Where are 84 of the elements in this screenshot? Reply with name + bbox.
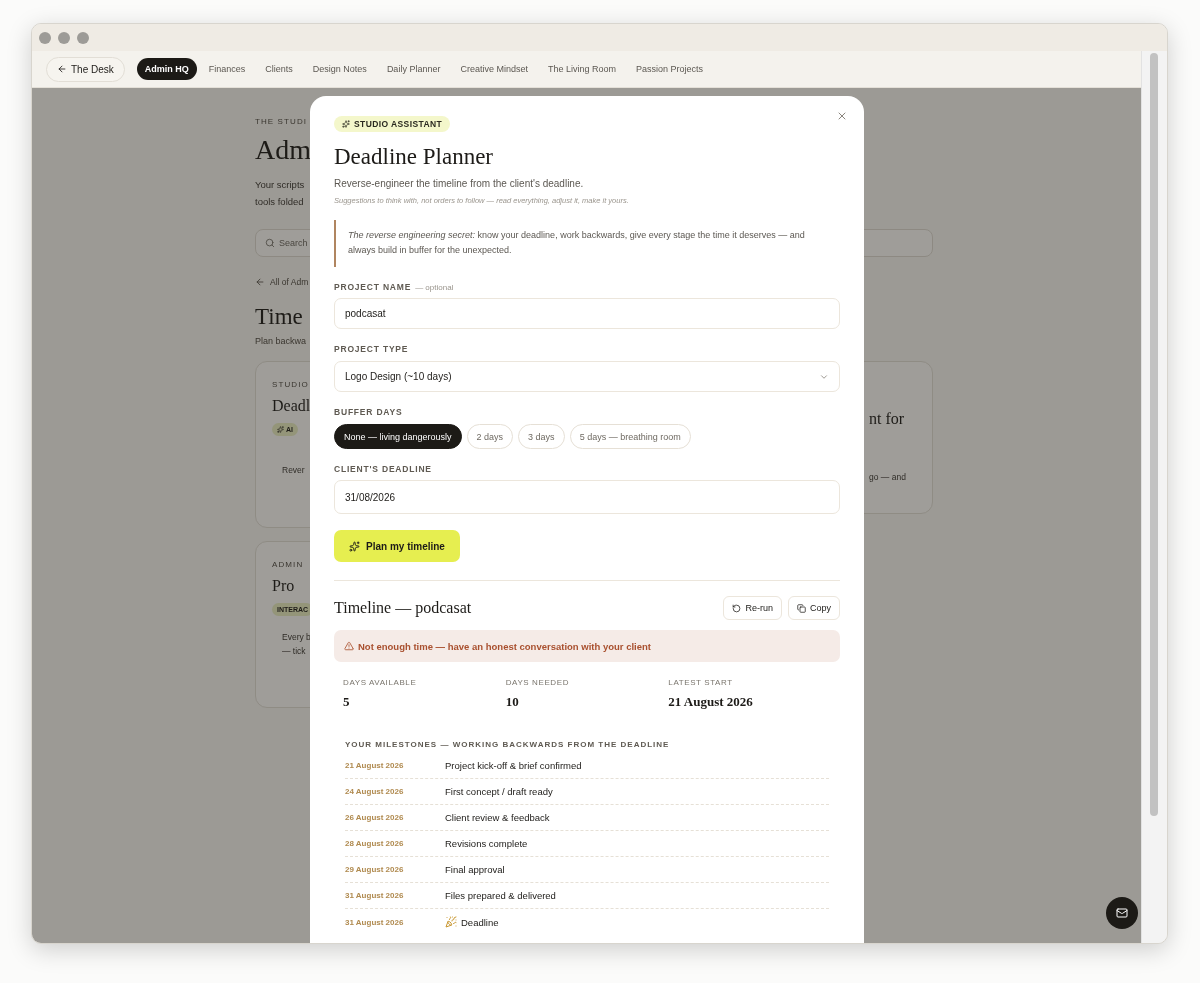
field-label: BUFFER DAYS [334,407,403,417]
nav-tab[interactable]: Design Notes [304,58,375,80]
card-eyebrow: ADMIN [272,560,304,569]
window-control-icon[interactable] [77,31,89,44]
window-control-icon[interactable] [58,31,70,44]
field-label: PROJECT NAME [334,282,412,292]
stat-label: LATEST START [668,678,734,687]
nav-tab[interactable]: Finances [200,58,254,80]
deadline-field[interactable]: 31/08/2026 [334,480,840,514]
page-title: Adm [255,134,311,166]
stat-value: 5 [343,694,351,710]
sparkle-icon [342,120,350,128]
sparkle-icon [277,426,284,433]
party-popper-icon [445,916,457,928]
rerun-button[interactable]: Re-run [723,596,782,620]
milestone-task: First concept / draft ready [445,786,553,797]
field-label: PROJECT TYPE [334,344,409,354]
nav-tab[interactable]: The Living Room [539,58,624,80]
section-title: Time [255,304,303,330]
stat-value: 10 [505,694,520,710]
card-text: Rever [281,464,305,477]
milestone-date: 26 August 2026 [345,813,405,822]
milestones-heading: YOUR MILESTONES — WORKING BACKWARDS FROM THE DEADLINE [345,740,671,749]
milestone-task: Project kick-off & brief confirmed [445,760,582,771]
stat-label: DAYS AVAILABLE [343,678,418,687]
nav-tab[interactable]: Daily Planner [378,58,449,80]
card-title: Pro [272,577,295,595]
back-link[interactable]: All of Adm [270,277,309,287]
arrow-left-icon [57,64,67,74]
nav-tab[interactable]: Clients [257,58,301,80]
timeline-title: Timeline — podcasat [334,599,472,617]
buffer-option[interactable]: None — living dangerously [334,424,462,449]
project-type-select[interactable]: Logo Design (~10 days) [334,361,840,392]
plan-button[interactable]: Plan my timeline [334,530,460,562]
stat-label: DAYS NEEDED [505,678,570,687]
buffer-option[interactable]: 2 days [466,424,514,449]
buffer-option[interactable]: 5 days — breathing room [569,424,691,449]
page-intro: tools folded [255,195,305,209]
nav-tab[interactable]: Passion Projects [628,58,711,80]
arrow-left-icon [255,277,265,287]
milestone-task: Deadline [461,916,499,928]
milestone-date: 31 August 2026 [345,917,405,927]
stat-value: 21 August 2026 [668,694,754,710]
back-button[interactable]: The Desk [46,56,125,82]
card-text: — tick [281,645,306,658]
nav-tab[interactable]: Admin HQ [136,58,197,80]
milestone-date: 28 August 2026 [345,839,405,848]
milestone-task: Files prepared & delivered [445,890,556,901]
field-label: CLIENT'S DEADLINE [334,464,432,474]
mail-button[interactable] [1106,897,1138,929]
dialog-title: Deadline Planner [334,144,495,170]
project-name-field[interactable]: podcasat [334,298,840,329]
nav-tab[interactable]: Creative Mindset [452,58,536,80]
field-hint: — optional [415,283,454,292]
card-eyebrow: STUDIO [272,380,309,389]
page-eyebrow: THE STUDI [255,117,308,126]
copy-icon [797,603,806,613]
milestone-task: Revisions complete [445,838,528,849]
milestone-date: 24 August 2026 [345,787,405,796]
section-subtitle: Plan backwa [255,336,307,346]
scrollbar-thumb[interactable] [1150,53,1158,816]
card-title: Deadl [272,397,311,415]
dialog-subtitle: Reverse-engineer the timeline from the client's deadline. [334,178,585,189]
search-icon [265,238,275,248]
mail-icon [1116,907,1128,919]
warning-icon [344,641,354,651]
milestone-date: 29 August 2026 [345,865,405,874]
milestone-date: 31 August 2026 [345,891,405,900]
page-intro: Your scripts [255,178,305,192]
tip-quote: The reverse engineering secret: know your deadline, work backwards, give every stage the time it deserves — and always build in buffer for the unexpected. [334,220,840,267]
sparkle-icon [349,540,360,552]
assistant-badge: STUDIO ASSISTANT [334,116,451,132]
close-icon[interactable] [836,110,848,122]
card-title: nt for [869,410,905,428]
milestone-date: 21 August 2026 [345,761,405,770]
card-text: go — and [869,471,906,484]
milestone-task: Client review & feedback [445,812,550,823]
buffer-option[interactable]: 3 days [518,424,565,449]
window-control-icon[interactable] [39,31,51,44]
warning-text: Not enough time — have an honest conversation with your client [358,640,651,652]
rotate-icon [732,603,742,613]
milestone-task: Final approval [445,864,505,875]
copy-button[interactable]: Copy [788,596,840,620]
card-text: Every b [281,631,311,644]
